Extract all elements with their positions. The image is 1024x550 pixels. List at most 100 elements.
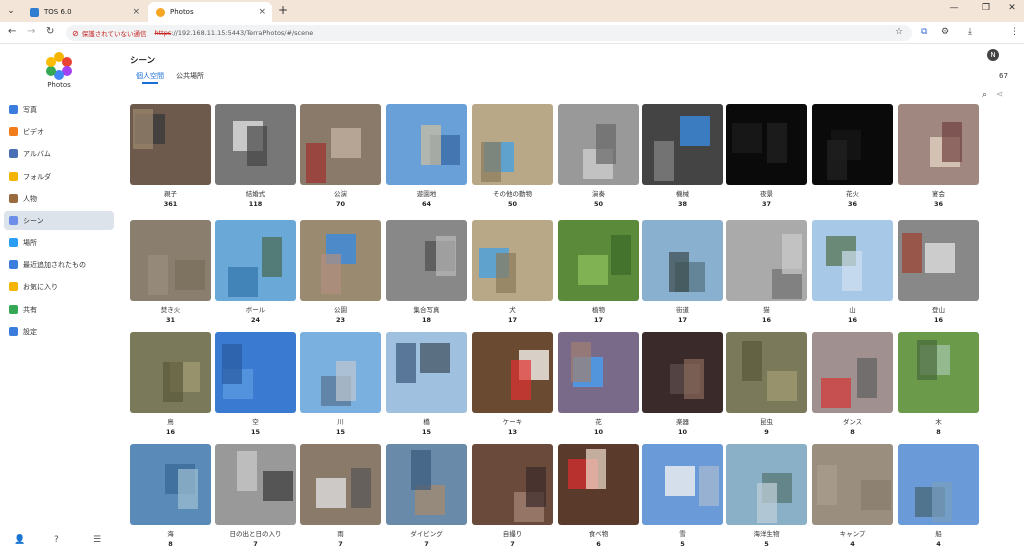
scene-thumbnail[interactable]	[130, 444, 211, 525]
task-list-icon[interactable]: ☰	[93, 535, 101, 545]
close-tab-icon[interactable]: ×	[258, 7, 266, 17]
scene-thumbnail[interactable]	[726, 332, 807, 413]
scene-card[interactable]: 公園 23	[300, 220, 381, 324]
scene-card[interactable]: 犬 17	[472, 220, 553, 324]
scene-card[interactable]: 木8	[898, 332, 979, 436]
browser-tab-photos[interactable]: Photos ×	[148, 2, 272, 22]
scene-thumbnail[interactable]	[642, 444, 723, 525]
close-tab-icon[interactable]: ×	[132, 7, 140, 17]
scene-card[interactable]: ボール 24	[215, 220, 296, 324]
scene-card[interactable]: 楽器 10	[642, 332, 723, 436]
scene-card[interactable]: ケーキ 13	[472, 332, 553, 436]
scene-card[interactable]: 夜景 37	[726, 104, 807, 208]
scene-thumbnail[interactable]	[215, 332, 296, 413]
scene-thumbnail[interactable]	[215, 444, 296, 525]
scene-thumbnail[interactable]	[642, 220, 723, 301]
sidebar-item[interactable]: お気に入り	[4, 277, 114, 296]
scene-thumbnail[interactable]	[472, 220, 553, 301]
search-icon[interactable]: ⌕	[982, 90, 987, 100]
help-icon[interactable]: ?	[54, 535, 59, 545]
scene-thumbnail[interactable]	[726, 104, 807, 185]
scene-thumbnail[interactable]	[812, 220, 893, 301]
scene-thumbnail[interactable]	[898, 104, 979, 185]
minimize-icon[interactable]: —	[944, 3, 964, 13]
scene-thumbnail[interactable]	[642, 332, 723, 413]
scene-thumbnail[interactable]	[300, 444, 381, 525]
scene-card[interactable]: 猫 16	[726, 220, 807, 324]
sidebar-item[interactable]: 人物	[4, 189, 114, 208]
scene-thumbnail[interactable]	[300, 220, 381, 301]
sidebar-item[interactable]: フォルダ	[4, 167, 114, 186]
bookmark-star-icon[interactable]: ☆	[895, 27, 903, 37]
scene-thumbnail[interactable]	[812, 332, 893, 413]
scene-card[interactable]: 山 16	[812, 220, 893, 324]
browser-tab-tos[interactable]: TOS 6.0 ×	[22, 2, 146, 22]
security-warning[interactable]: 保護されていない通信	[82, 28, 147, 38]
scene-thumbnail[interactable]	[726, 220, 807, 301]
scene-card[interactable]: 機械 38	[642, 104, 723, 208]
tab-personal-space[interactable]: 個人空間	[136, 71, 164, 81]
scene-thumbnail[interactable]	[386, 444, 467, 525]
scene-card[interactable]: 川 15	[300, 332, 381, 436]
scene-thumbnail[interactable]	[898, 444, 979, 525]
scene-thumbnail[interactable]	[386, 332, 467, 413]
sidebar-item[interactable]: 共有	[4, 300, 114, 319]
scene-card[interactable]: 鳥 16	[130, 332, 211, 436]
scene-thumbnail[interactable]	[472, 332, 553, 413]
scene-card[interactable]: 橋 15	[386, 332, 467, 436]
user-icon[interactable]: 👤	[14, 535, 25, 545]
close-window-icon[interactable]: ✕	[1002, 3, 1022, 13]
sidebar-item[interactable]: 写真	[4, 100, 114, 119]
scene-card[interactable]: その他の動物 50	[472, 104, 553, 208]
scene-card[interactable]: 食べ物 6	[558, 444, 639, 548]
scene-thumbnail[interactable]	[726, 444, 807, 525]
back-icon[interactable]: ←	[8, 26, 16, 37]
scene-thumbnail[interactable]	[386, 220, 467, 301]
new-tab-icon[interactable]: +	[278, 3, 288, 17]
scene-thumbnail[interactable]	[642, 104, 723, 185]
tab-public-space[interactable]: 公共場所	[176, 71, 204, 81]
scene-thumbnail[interactable]	[215, 104, 296, 185]
scene-thumbnail[interactable]	[300, 104, 381, 185]
sidebar-item[interactable]: アルバム	[4, 144, 114, 163]
scene-thumbnail[interactable]	[558, 332, 639, 413]
scene-card[interactable]: 日の出と日の入り 7	[215, 444, 296, 548]
scene-card[interactable]: 雨7	[300, 444, 381, 548]
tab-search-icon[interactable]: ⌄	[4, 4, 18, 18]
scene-card[interactable]: 遊園地 64	[386, 104, 467, 208]
scene-thumbnail[interactable]	[472, 444, 553, 525]
scene-card[interactable]: 親子 361	[130, 104, 211, 208]
sidebar-item[interactable]: シーン	[4, 211, 114, 230]
scene-card[interactable]: 船4	[898, 444, 979, 548]
share-icon[interactable]: ⋖	[996, 90, 1004, 100]
scene-card[interactable]: 空 15	[215, 332, 296, 436]
scene-card[interactable]: 海8	[130, 444, 211, 548]
restore-icon[interactable]: ❐	[976, 3, 996, 13]
forward-icon[interactable]: →	[27, 26, 35, 37]
scene-card[interactable]: 雪5	[642, 444, 723, 548]
scene-card[interactable]: 植物 17	[558, 220, 639, 324]
scene-thumbnail[interactable]	[898, 220, 979, 301]
scene-thumbnail[interactable]	[215, 220, 296, 301]
url-field[interactable]: ⊘ 保護されていない通信 https ://192.168.11.15:5443…	[66, 25, 912, 41]
download-icon[interactable]: ⤓	[968, 27, 972, 37]
scene-card[interactable]: ダイビング 7	[386, 444, 467, 548]
scene-card[interactable]: 昆虫 9	[726, 332, 807, 436]
sidebar-item[interactable]: 設定	[4, 322, 114, 341]
scene-thumbnail[interactable]	[558, 220, 639, 301]
scene-thumbnail[interactable]	[898, 332, 979, 413]
sidebar-item[interactable]: ビデオ	[4, 122, 114, 141]
scene-card[interactable]: 演奏 50	[558, 104, 639, 208]
scene-thumbnail[interactable]	[130, 104, 211, 185]
scene-thumbnail[interactable]	[130, 220, 211, 301]
scene-card[interactable]: 花 10	[558, 332, 639, 436]
scene-card[interactable]: 宴会 36	[898, 104, 979, 208]
scene-thumbnail[interactable]	[558, 444, 639, 525]
scene-thumbnail[interactable]	[812, 444, 893, 525]
scene-card[interactable]: 結婚式 118	[215, 104, 296, 208]
browser-menu-icon[interactable]: ⋮	[1010, 27, 1019, 37]
scene-thumbnail[interactable]	[130, 332, 211, 413]
reload-icon[interactable]: ↻	[46, 26, 54, 37]
scene-thumbnail[interactable]	[472, 104, 553, 185]
extensions-icon[interactable]: ⚙	[941, 27, 949, 37]
